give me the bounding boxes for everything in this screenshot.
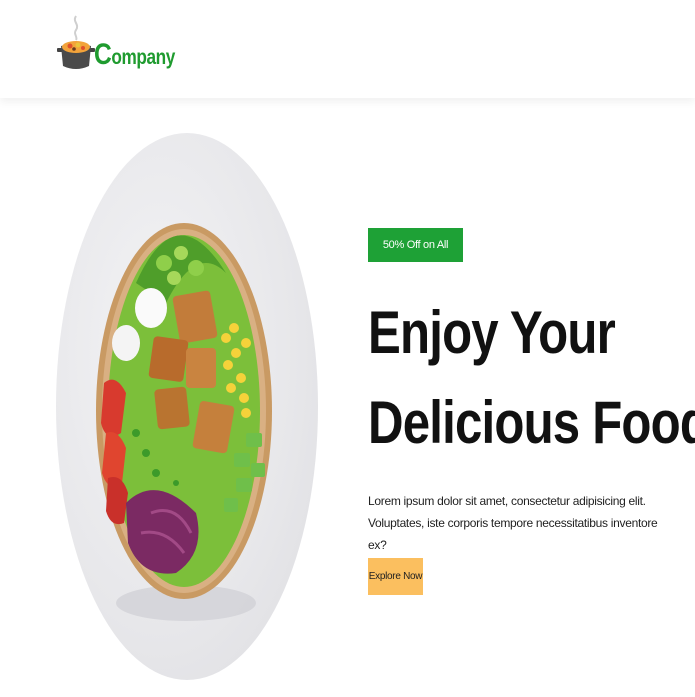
logo-wordmark: Company xyxy=(94,38,175,72)
salad-bowl-image xyxy=(56,133,318,680)
logo-rest: ompany xyxy=(111,46,175,69)
explore-now-button[interactable]: Explore Now xyxy=(368,558,423,595)
discount-badge: 50% Off on All Products xyxy=(368,228,463,285)
hero-title: Enjoy Your Delicious Food xyxy=(368,288,695,468)
salad-bowl-illustration xyxy=(96,223,272,621)
hero-description: Lorem ipsum dolor sit amet, consectetur … xyxy=(368,494,658,552)
cooking-pot-icon xyxy=(56,12,96,76)
hero-section: 50% Off on All Products Enjoy Your Delic… xyxy=(0,98,695,697)
logo-initial: C xyxy=(94,38,112,71)
hero-title-line1: Enjoy Your xyxy=(368,299,616,366)
hero-title-line2: Delicious Food xyxy=(368,389,695,456)
company-logo[interactable]: Company xyxy=(56,10,175,76)
site-header: Company xyxy=(0,0,695,98)
